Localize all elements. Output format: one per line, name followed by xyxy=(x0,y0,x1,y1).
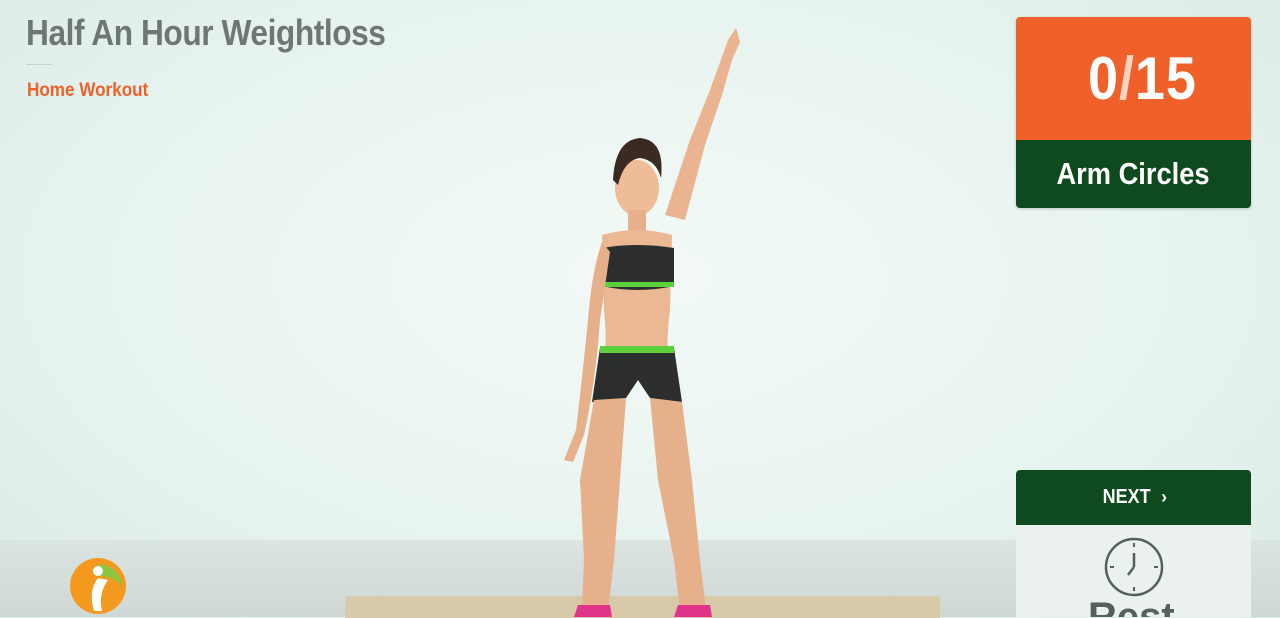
app-subtitle: Home Workout xyxy=(27,80,149,101)
exercise-name: Arm Circles xyxy=(1056,156,1211,191)
rep-counter-card: 0/15 Arm Circles xyxy=(1016,17,1251,208)
title-divider xyxy=(26,64,52,65)
chevron-right-icon: › xyxy=(1161,487,1168,507)
app-logo-icon xyxy=(70,558,126,614)
rep-total: 15 xyxy=(1134,45,1197,112)
exercise-name-banner: Arm Circles xyxy=(1016,140,1251,208)
next-button[interactable]: NEXT › xyxy=(1016,470,1251,525)
rest-label: Rest xyxy=(1088,595,1175,617)
rep-separator: / xyxy=(1119,45,1135,112)
rep-current: 0 xyxy=(1088,45,1120,112)
next-button-label: NEXT xyxy=(1102,486,1151,508)
exercise-demo-figure xyxy=(564,28,740,617)
rest-panel[interactable]: Rest xyxy=(1016,525,1251,617)
app-title: Half An Hour Weightloss xyxy=(26,12,386,53)
rep-counter: 0/15 xyxy=(1016,17,1251,140)
clock-icon xyxy=(1104,537,1164,597)
